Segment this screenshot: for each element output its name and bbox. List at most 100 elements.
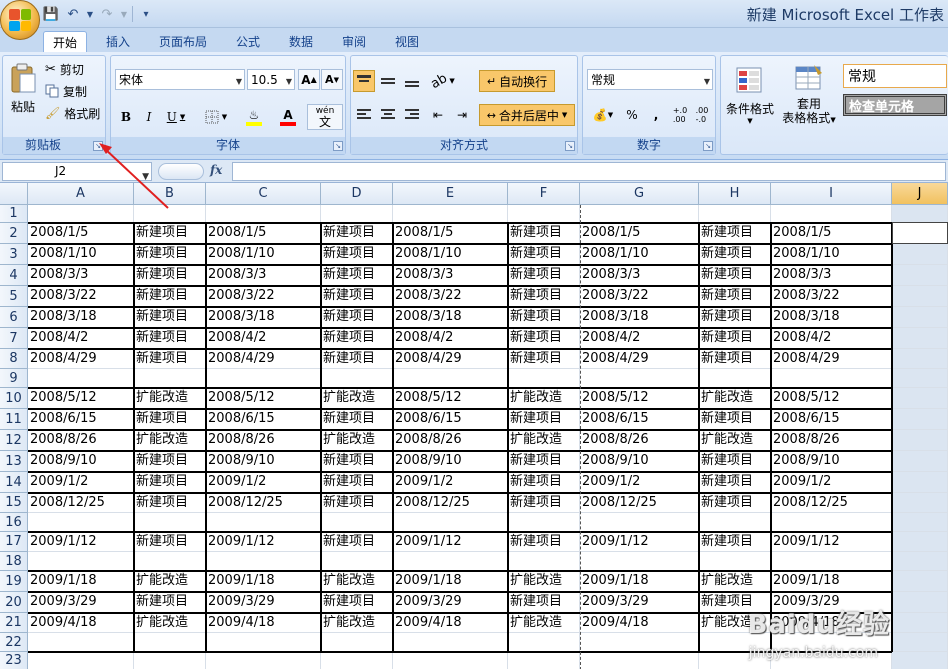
cell-type[interactable]: 新建项目 [508,349,580,388]
cell-type[interactable]: 新建项目 [508,307,580,328]
cell-date[interactable]: 2008/3/22 [580,286,699,307]
cell-type[interactable]: 新建项目 [134,286,206,307]
redo-dropdown-icon[interactable]: ▼ [120,5,128,23]
row-header[interactable]: 17 [0,532,28,552]
cell-date[interactable]: 2008/1/5 [771,223,892,244]
cell-date[interactable]: 2008/5/12 [771,388,892,409]
copy-button[interactable]: 复制 [45,82,87,100]
row-header[interactable]: 13 [0,451,28,472]
cell-date[interactable]: 2008/4/2 [771,328,892,349]
cell-type[interactable]: 扩能改造 [134,613,206,652]
phonetic-guide-button[interactable]: wén 文 [307,104,343,130]
cell-date[interactable]: 2008/4/2 [28,328,134,349]
cell-date[interactable]: 2008/5/12 [393,388,508,409]
cell-type[interactable]: 扩能改造 [321,388,393,409]
save-icon[interactable]: 💾 [42,5,60,23]
column-header-a[interactable]: A [28,183,134,205]
accounting-format-button[interactable]: 💰 ▼ [587,104,619,126]
cell-date[interactable]: 2008/8/26 [28,430,134,451]
tab-data[interactable]: 数据 [279,31,323,52]
customize-qat-icon[interactable]: ▾ [137,5,155,23]
tab-formulas[interactable]: 公式 [226,31,270,52]
cell-date[interactable]: 2008/3/22 [393,286,508,307]
cell-type[interactable]: 新建项目 [699,265,771,286]
cell-type[interactable]: 新建项目 [134,223,206,244]
fill-color-button[interactable]: ♨ [237,106,271,128]
cell-type[interactable]: 新建项目 [699,532,771,571]
cell-date[interactable]: 2008/12/25 [206,493,321,532]
cell-type[interactable]: 新建项目 [508,451,580,472]
cell-type[interactable]: 新建项目 [699,328,771,349]
cell-type[interactable]: 新建项目 [321,349,393,388]
conditional-format-button[interactable]: 条件格式 ▼ [723,60,777,130]
align-bottom-button[interactable] [401,70,423,92]
cell-date[interactable]: 2009/1/2 [393,472,508,493]
cell-type[interactable]: 扩能改造 [508,571,580,592]
cell-date[interactable]: 2008/1/5 [393,223,508,244]
style-check-cell[interactable]: 检查单元格 [843,94,947,116]
cell-date[interactable]: 2008/3/18 [580,307,699,328]
align-top-button[interactable] [353,70,375,92]
column-header-f[interactable]: F [508,183,580,205]
cell-type[interactable]: 新建项目 [134,307,206,328]
cell-date[interactable]: 2008/9/10 [28,451,134,472]
column-header-c[interactable]: C [206,183,321,205]
align-middle-button[interactable] [377,70,399,92]
cell-date[interactable]: 2008/4/29 [393,349,508,388]
cell-type[interactable]: 新建项目 [508,409,580,430]
cell-date[interactable]: 2009/1/2 [580,472,699,493]
bold-button[interactable]: B [115,106,137,128]
tab-home[interactable]: 开始 [43,31,87,52]
cell-type[interactable]: 新建项目 [321,493,393,532]
cell-type[interactable]: 扩能改造 [508,613,580,652]
cell-date[interactable]: 2008/1/10 [28,244,134,265]
undo-dropdown-icon[interactable]: ▼ [86,5,94,23]
alignment-dialog-launcher-icon[interactable]: ↘ [565,141,575,151]
formula-bar-toggle[interactable] [158,163,204,180]
cell-type[interactable]: 扩能改造 [321,571,393,592]
decrease-decimal-button[interactable]: .00 -.0 [691,104,713,126]
cell-type[interactable]: 新建项目 [508,592,580,613]
undo-icon[interactable]: ↶ [64,5,82,23]
tab-insert[interactable]: 插入 [96,31,140,52]
cell-type[interactable]: 新建项目 [699,286,771,307]
row-header[interactable]: 14 [0,472,28,493]
cell-date[interactable]: 2008/9/10 [580,451,699,472]
column-header-d[interactable]: D [321,183,393,205]
row-header[interactable]: 19 [0,571,28,592]
cell-date[interactable]: 2008/3/18 [771,307,892,328]
cell-date[interactable]: 2008/3/22 [28,286,134,307]
cell-type[interactable]: 新建项目 [508,223,580,244]
cell-date[interactable]: 2008/6/15 [393,409,508,430]
cell-date[interactable]: 2008/1/5 [580,223,699,244]
cell-date[interactable]: 2008/4/29 [28,349,134,388]
cell-date[interactable]: 2009/1/12 [28,532,134,571]
cell-date[interactable]: 2008/3/18 [206,307,321,328]
number-format-select[interactable]: 常规 ▼ [587,69,713,90]
cell-date[interactable]: 2008/1/5 [28,223,134,244]
row-header[interactable]: 22 [0,633,28,652]
cell-date[interactable]: 2009/1/12 [206,532,321,571]
grow-font-button[interactable]: A ▲ [298,69,320,90]
column-header-g[interactable]: G [580,183,699,205]
row-header[interactable]: 9 [0,369,28,388]
cell-date[interactable]: 2008/12/25 [580,493,699,532]
cell-type[interactable]: 新建项目 [699,349,771,388]
cell-type[interactable]: 新建项目 [321,244,393,265]
cell-date[interactable]: 2008/9/10 [771,451,892,472]
cell-date[interactable]: 2009/1/2 [206,472,321,493]
cell-date[interactable]: 2009/3/29 [28,592,134,613]
cell-date[interactable]: 2008/6/15 [580,409,699,430]
align-center-button[interactable] [377,104,399,126]
cell-date[interactable]: 2008/12/25 [771,493,892,532]
cell-type[interactable]: 新建项目 [134,409,206,430]
cell-date[interactable]: 2008/5/12 [28,388,134,409]
font-name-select[interactable]: 宋体 ▼ [115,69,245,90]
cell-date[interactable]: 2008/3/18 [28,307,134,328]
cell-type[interactable]: 新建项目 [134,244,206,265]
cell-type[interactable]: 新建项目 [699,307,771,328]
select-all-corner[interactable] [0,183,28,205]
row-header[interactable]: 5 [0,286,28,307]
cell-type[interactable]: 新建项目 [134,451,206,472]
cell-type[interactable]: 新建项目 [321,328,393,349]
